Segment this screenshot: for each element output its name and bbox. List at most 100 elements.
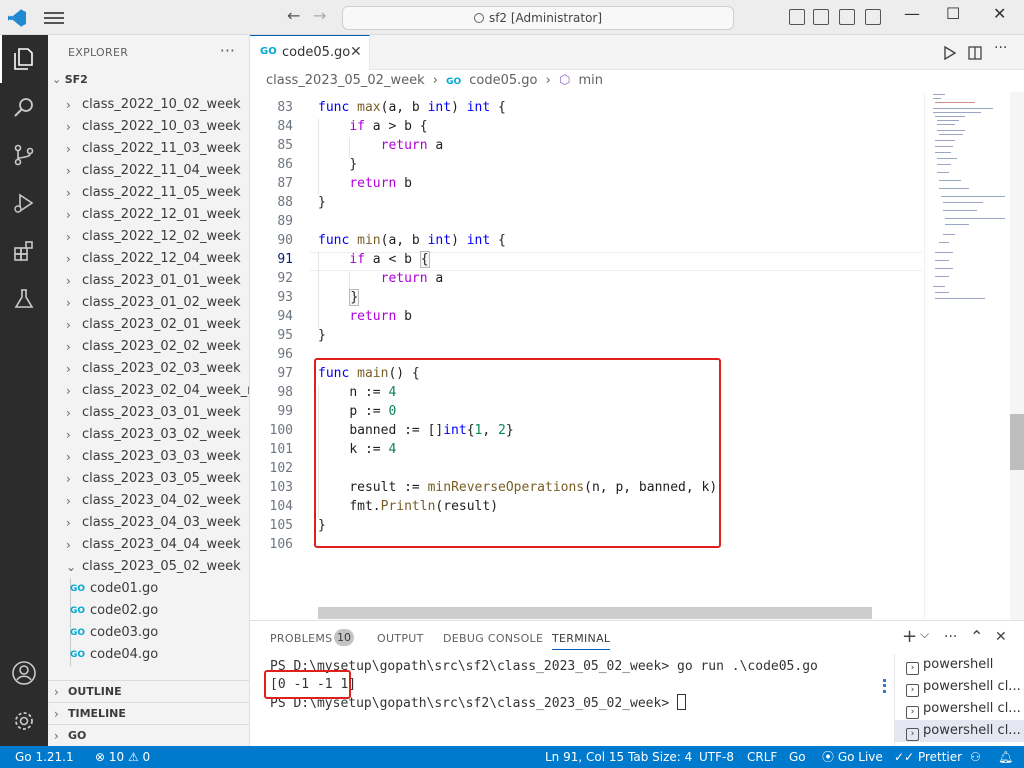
tab-output[interactable]: OUTPUT xyxy=(377,632,424,645)
terminal-item[interactable]: › powershell cl... xyxy=(895,698,1024,720)
folder-item[interactable]: › class_2023_02_01_week xyxy=(48,314,249,336)
folder-item[interactable]: › class_2023_03_05_week xyxy=(48,468,249,490)
folder-item[interactable]: › class_2023_02_04_week_rab... xyxy=(48,380,249,402)
eol-status[interactable]: CRLF xyxy=(747,746,777,768)
toggle-sidebar-icon[interactable] xyxy=(789,9,805,25)
folder-item[interactable]: › class_2023_01_01_week xyxy=(48,270,249,292)
chevron-down-icon: ⌄ xyxy=(52,73,65,86)
language-status[interactable]: Go xyxy=(789,746,806,768)
more-actions-icon[interactable]: ··· xyxy=(944,629,957,645)
account-status-icon[interactable]: ⚇ xyxy=(970,746,981,768)
terminal-item-label: powershell xyxy=(923,657,994,672)
split-editor-icon[interactable] xyxy=(968,46,982,60)
chevron-down-icon[interactable]: ⌵ xyxy=(920,627,929,642)
file-item[interactable]: GO code04.go xyxy=(48,644,249,666)
accounts-icon[interactable] xyxy=(0,649,48,697)
file-item[interactable]: GO code01.go xyxy=(48,578,249,600)
new-terminal-icon[interactable]: + xyxy=(902,626,917,647)
folder-item[interactable]: › class_2023_04_03_week xyxy=(48,512,249,534)
command-center-search[interactable]: sf2 [Administrator] xyxy=(342,6,734,30)
code-token: } xyxy=(349,157,358,172)
folder-item[interactable]: › class_2022_10_02_week xyxy=(48,94,249,116)
folder-item[interactable]: › class_2023_04_02_week xyxy=(48,490,249,512)
folder-item[interactable]: › class_2022_11_03_week xyxy=(48,138,249,160)
minimap[interactable] xyxy=(924,92,1010,620)
tab-code05[interactable]: GO code05.go ✕ xyxy=(250,35,370,70)
folder-item-expanded[interactable]: ⌄ class_2023_05_02_week xyxy=(48,556,249,578)
close-tab-icon[interactable]: ✕ xyxy=(350,44,362,60)
folder-item[interactable]: › class_2023_04_04_week xyxy=(48,534,249,556)
customize-layout-icon[interactable] xyxy=(865,9,881,25)
breadcrumb-folder[interactable]: class_2023_05_02_week xyxy=(266,73,425,88)
search-icon[interactable] xyxy=(0,83,48,131)
toggle-panel-icon[interactable] xyxy=(813,9,829,25)
more-actions-icon[interactable]: ··· xyxy=(994,40,1007,56)
folder-item[interactable]: › class_2023_03_01_week xyxy=(48,402,249,424)
chevron-right-icon: › xyxy=(66,186,71,200)
folder-item[interactable]: › class_2022_11_04_week xyxy=(48,160,249,182)
breadcrumb-symbol[interactable]: min xyxy=(579,73,604,88)
timeline-section[interactable]: › TIMELINE xyxy=(48,702,249,724)
folder-item[interactable]: › class_2023_03_03_week xyxy=(48,446,249,468)
explorer-icon[interactable] xyxy=(0,35,48,83)
go-section[interactable]: › GO xyxy=(48,724,249,746)
minimize-button[interactable]: — xyxy=(904,4,920,23)
code-token: (a, b xyxy=(380,100,428,115)
terminal-item[interactable]: › powershell xyxy=(895,654,1024,676)
folder-item[interactable]: › class_2023_03_02_week xyxy=(48,424,249,446)
menu-icon[interactable] xyxy=(44,9,64,25)
cursor-position-status[interactable]: Ln 91, Col 15 xyxy=(545,746,624,768)
folder-item[interactable]: › class_2022_12_04_week xyxy=(48,248,249,270)
terminal-item[interactable]: › powershell cl... xyxy=(895,720,1024,742)
problems-status[interactable]: ⊗ 10 ⚠ 0 xyxy=(95,746,150,768)
folder-item[interactable]: › class_2023_02_03_week xyxy=(48,358,249,380)
more-actions-icon[interactable]: ··· xyxy=(220,41,235,60)
testing-icon[interactable] xyxy=(0,275,48,323)
close-window-button[interactable]: ✕ xyxy=(993,4,1006,23)
folder-item[interactable]: › class_2022_11_05_week xyxy=(48,182,249,204)
tab-debug-console[interactable]: DEBUG CONSOLE xyxy=(443,632,543,645)
extensions-icon[interactable] xyxy=(0,227,48,275)
problems-count-badge: 10 xyxy=(334,629,354,646)
scrollbar-thumb[interactable] xyxy=(1010,414,1024,470)
folder-item[interactable]: › class_2022_12_01_week xyxy=(48,204,249,226)
prettier-status[interactable]: ✓✓ Prettier xyxy=(894,746,962,768)
run-debug-icon[interactable] xyxy=(0,179,48,227)
toggle-secondary-sidebar-icon[interactable] xyxy=(839,9,855,25)
code-line: } xyxy=(318,195,326,210)
folder-label: class_2023_02_01_week xyxy=(82,317,241,332)
source-control-icon[interactable] xyxy=(0,131,48,179)
notifications-icon[interactable]: 🔔︎ xyxy=(998,746,1013,768)
folder-item[interactable]: › class_2023_02_02_week xyxy=(48,336,249,358)
go-live-label: Go Live xyxy=(837,750,883,764)
vertical-scrollbar[interactable] xyxy=(1010,92,1024,620)
back-arrow-icon[interactable]: ← xyxy=(287,6,300,25)
go-version-status[interactable]: Go 1.21.1 xyxy=(15,746,74,768)
folder-item[interactable]: › class_2023_01_02_week xyxy=(48,292,249,314)
tab-terminal[interactable]: TERMINAL xyxy=(552,632,611,650)
breadcrumb-file[interactable]: code05.go xyxy=(469,73,537,88)
run-icon[interactable] xyxy=(944,46,956,60)
line-number: 106 xyxy=(269,537,293,552)
horizontal-scrollbar[interactable] xyxy=(318,607,872,619)
workspace-root[interactable]: ⌄ SF2 xyxy=(52,73,88,86)
settings-icon[interactable] xyxy=(0,697,48,745)
encoding-status[interactable]: UTF-8 xyxy=(699,746,734,768)
terminal-item[interactable]: › powershell cl... xyxy=(895,676,1024,698)
explorer-title: EXPLORER xyxy=(68,46,129,59)
outline-section[interactable]: › OUTLINE xyxy=(48,680,249,702)
maximize-button[interactable]: ☐ xyxy=(946,4,960,23)
go-file-icon: GO xyxy=(70,650,86,660)
go-live-status[interactable]: ⦿ Go Live xyxy=(822,746,883,768)
forward-arrow-icon[interactable]: → xyxy=(313,6,326,25)
chevron-right-icon: › xyxy=(66,538,71,552)
tab-problems[interactable]: PROBLEMS xyxy=(270,632,332,645)
chevron-up-icon[interactable]: ⌃ xyxy=(970,627,983,646)
folder-item[interactable]: › class_2022_12_02_week xyxy=(48,226,249,248)
file-item[interactable]: GO code03.go xyxy=(48,622,249,644)
file-item[interactable]: GO code02.go xyxy=(48,600,249,622)
close-panel-icon[interactable]: ✕ xyxy=(995,629,1007,645)
folder-item[interactable]: › class_2022_10_03_week xyxy=(48,116,249,138)
minimap-line xyxy=(943,210,977,211)
tab-size-status[interactable]: Tab Size: 4 xyxy=(628,746,692,768)
